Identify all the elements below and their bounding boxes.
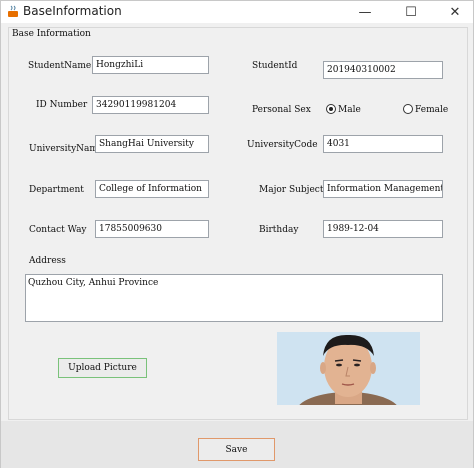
personal-sex-label: Personal Sex: [252, 105, 311, 115]
minimize-icon: —: [358, 4, 372, 20]
section-title: Base Information: [12, 29, 91, 39]
department-label: Department: [29, 185, 84, 195]
birthday-field[interactable]: 1989-12-04: [323, 220, 443, 238]
female-radio-label: Female: [415, 105, 449, 115]
minimize-button[interactable]: —: [347, 1, 383, 23]
student-name-label: StudentName: [28, 61, 92, 71]
male-radio[interactable]: [326, 104, 336, 114]
close-icon: ✕: [449, 4, 461, 20]
department-field[interactable]: College of Information: [95, 180, 209, 198]
id-number-label: ID Number: [36, 100, 88, 110]
close-button[interactable]: ✕: [437, 1, 473, 23]
title-bar: BaseInformation — ☐ ✕: [1, 1, 473, 23]
university-name-field[interactable]: ShangHai University: [95, 135, 209, 153]
student-id-field[interactable]: 201940310002: [323, 61, 443, 79]
student-photo: [277, 332, 420, 405]
university-code-field[interactable]: 4031: [323, 135, 443, 153]
contact-way-field[interactable]: 17855009630: [95, 220, 209, 238]
upload-picture-button[interactable]: Upload Picture: [58, 358, 147, 378]
student-name-field[interactable]: HongzhiLi: [92, 56, 209, 74]
female-radio[interactable]: [403, 104, 413, 114]
male-radio-label: Male: [338, 105, 361, 115]
save-button[interactable]: Save: [198, 438, 275, 461]
birthday-label: Birthday: [259, 225, 299, 235]
address-label: Address: [29, 256, 66, 266]
university-code-label: UniversityCode: [247, 140, 318, 150]
address-textarea[interactable]: Quzhou City, Anhui Province: [25, 274, 443, 322]
major-subject-label: Major Subject: [259, 185, 324, 195]
student-id-label: StudentId: [252, 61, 298, 71]
maximize-button[interactable]: ☐: [393, 1, 429, 23]
contact-way-label: Contact Way: [29, 225, 87, 235]
university-name-label: UniversityName: [29, 144, 104, 154]
major-subject-field[interactable]: Information Management: [323, 180, 443, 198]
app-window: BaseInformation — ☐ ✕ Base Information S…: [0, 0, 474, 468]
maximize-icon: ☐: [405, 4, 417, 20]
id-number-field[interactable]: 34290119981204: [92, 96, 209, 114]
portrait-image: [277, 332, 420, 405]
java-app-icon: [8, 5, 18, 17]
window-title: BaseInformation: [23, 4, 122, 18]
